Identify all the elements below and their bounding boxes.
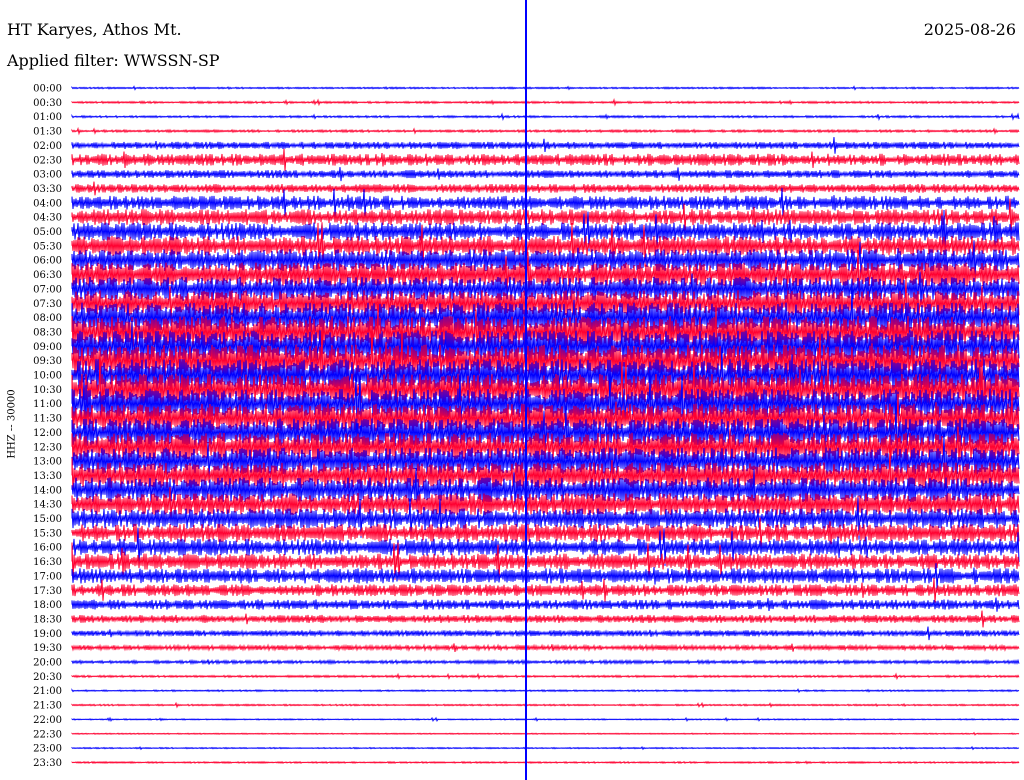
tick-label: 18:00 xyxy=(33,600,62,611)
helicorder-chart: 00:00 00:30 01:00 01:30 02:00 02:30 03:00 03:30… xyxy=(33,0,1020,780)
tick-label: 17:30 xyxy=(33,586,62,597)
tick-label: 03:00 xyxy=(33,170,62,181)
trace-row xyxy=(71,760,1020,765)
trace-row xyxy=(71,688,1020,694)
tick-label: 02:30 xyxy=(33,155,62,166)
trace-row xyxy=(71,745,1020,751)
trace-row xyxy=(71,716,1020,723)
trace-row xyxy=(71,137,1020,154)
tick-label: 20:30 xyxy=(33,672,62,683)
tick-label: 17:00 xyxy=(33,571,62,582)
tick-label: 23:00 xyxy=(33,744,62,755)
tick-label: 08:30 xyxy=(33,327,62,338)
trace-row xyxy=(71,85,1020,91)
trace-row xyxy=(71,731,1020,736)
tick-label: 12:30 xyxy=(33,442,62,453)
tick-label: 13:00 xyxy=(33,457,62,468)
tick-label: 18:30 xyxy=(33,614,62,625)
tick-label: 06:30 xyxy=(33,270,62,281)
tick-label: 11:30 xyxy=(33,414,62,425)
tick-label: 05:30 xyxy=(33,241,62,252)
tick-label: 19:00 xyxy=(33,629,62,640)
tick-label: 22:00 xyxy=(33,715,62,726)
trace-row xyxy=(71,167,1020,182)
trace-row xyxy=(71,701,1020,709)
tick-label: 01:30 xyxy=(33,127,62,138)
tick-label: 03:30 xyxy=(33,184,62,195)
tick-label: 13:30 xyxy=(33,471,62,482)
tick-label: 16:00 xyxy=(33,543,62,554)
trace-row xyxy=(71,610,1020,628)
tick-label: 04:00 xyxy=(33,198,62,209)
trace-row xyxy=(71,181,1020,196)
trace-row xyxy=(71,626,1020,641)
tick-label: 09:00 xyxy=(33,342,62,353)
tick-label: 12:00 xyxy=(33,428,62,439)
tick-label: 07:00 xyxy=(33,284,62,295)
tick-label: 01:00 xyxy=(33,112,62,123)
tick-label: 19:30 xyxy=(33,643,62,654)
trace-row xyxy=(71,658,1020,666)
tick-label: 06:00 xyxy=(33,256,62,267)
tick-label: 02:00 xyxy=(33,141,62,152)
trace-row xyxy=(71,98,1020,107)
tick-label: 04:30 xyxy=(33,213,62,224)
tick-label: 09:30 xyxy=(33,356,62,367)
tick-label: 14:00 xyxy=(33,485,62,496)
tick-label: 08:00 xyxy=(33,313,62,324)
tick-label: 07:30 xyxy=(33,299,62,310)
tick-label: 22:30 xyxy=(33,729,62,740)
trace-row xyxy=(71,597,1020,612)
tick-label: 20:00 xyxy=(33,658,62,669)
tick-label: 21:00 xyxy=(33,686,62,697)
trace-row xyxy=(71,643,1020,652)
tick-label: 10:00 xyxy=(33,371,62,382)
tick-label: 10:30 xyxy=(33,385,62,396)
tick-label: 00:00 xyxy=(33,84,62,95)
tick-label: 05:00 xyxy=(33,227,62,238)
tick-label: 15:30 xyxy=(33,528,62,539)
tick-label: 11:00 xyxy=(33,399,62,410)
trace-row xyxy=(71,126,1020,136)
trace-row xyxy=(71,112,1020,121)
tick-label: 16:30 xyxy=(33,557,62,568)
trace-row xyxy=(71,148,1020,171)
trace-row xyxy=(71,672,1020,681)
tick-label: 14:30 xyxy=(33,500,62,511)
tick-label: 15:00 xyxy=(33,514,62,525)
tick-label: 00:30 xyxy=(33,98,62,109)
tick-label: 23:30 xyxy=(33,758,62,769)
tick-label: 21:30 xyxy=(33,701,62,712)
